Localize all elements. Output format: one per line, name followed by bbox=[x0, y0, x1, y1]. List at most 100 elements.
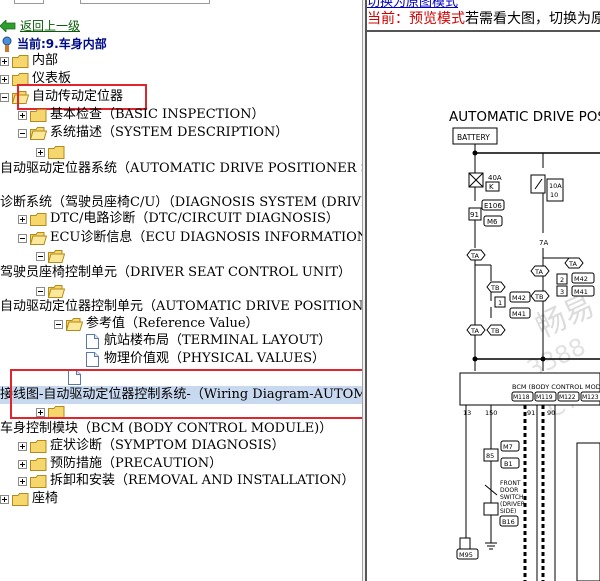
tree-node-label[interactable]: 预防措施（PRECAUTION） bbox=[50, 455, 222, 473]
collapse-minus-icon[interactable] bbox=[18, 233, 27, 243]
svg-text:M41: M41 bbox=[512, 310, 526, 318]
svg-text:TA: TA bbox=[470, 252, 479, 260]
svg-text:7A: 7A bbox=[539, 239, 548, 247]
tree-node-label[interactable]: 航站楼布局（TERMINAL LAYOUT） bbox=[104, 332, 331, 350]
collapse-minus-icon[interactable] bbox=[54, 319, 63, 329]
svg-text:40A: 40A bbox=[488, 174, 502, 182]
tree-node-label[interactable]: 拆卸和安装（REMOVAL AND INSTALLATION） bbox=[50, 472, 355, 490]
diagram-title: AUTOMATIC DRIVE POSITIONER SYSTEM bbox=[449, 109, 600, 125]
collapse-minus-icon[interactable] bbox=[0, 92, 9, 102]
status-mode: 预览模式 bbox=[409, 11, 465, 27]
tree-node-label[interactable]: 参考值（Reference Value） bbox=[86, 315, 259, 333]
tree-node-label[interactable]: 驾驶员座椅控制单元（DRIVER SEAT CONTROL UNIT） bbox=[0, 264, 351, 282]
svg-text:BCM (BODY CONTROL MODULE): BCM (BODY CONTROL MODULE) bbox=[512, 383, 600, 391]
tree-node-label[interactable]: 自动驱动定位器系统（AUTOMATIC DRIVE POSITIONER SYS… bbox=[0, 160, 364, 178]
svg-text:(DRIVER: (DRIVER bbox=[500, 501, 525, 508]
tree-node-dtc-diagnosis[interactable]: DTC/电路诊断（DTC/CIRCUIT DIAGNOSIS） bbox=[18, 210, 339, 228]
svg-text:B16: B16 bbox=[502, 518, 515, 526]
tree-node-label[interactable]: 系统描述（SYSTEM DESCRIPTION） bbox=[50, 124, 288, 142]
tree-node-adp-system[interactable]: 自动驱动定位器系统（AUTOMATIC DRIVE POSITIONER SYS… bbox=[0, 160, 364, 178]
tree-node-adp-control-unit[interactable]: 自动驱动定位器控制单元（AUTOMATIC DRIVE POSITIONER C… bbox=[0, 298, 364, 316]
preview-status: 当前：预览模式若需看大图，切换为原图模式 bbox=[367, 8, 600, 28]
folder-icon bbox=[30, 212, 47, 226]
svg-text:M41: M41 bbox=[574, 288, 588, 296]
expand-plus-icon[interactable] bbox=[36, 147, 45, 157]
svg-text:M7: M7 bbox=[503, 443, 513, 451]
expand-plus-icon[interactable] bbox=[0, 494, 9, 504]
svg-text:FRONT: FRONT bbox=[500, 480, 521, 487]
tree-node-bcm[interactable]: 车身控制模块（BCM (BODY CONTROL MODULE)） bbox=[0, 420, 332, 438]
svg-text:91: 91 bbox=[527, 409, 535, 417]
svg-text:90: 90 bbox=[547, 409, 555, 417]
svg-text:B1: B1 bbox=[504, 460, 513, 468]
tree-node-precaution[interactable]: 预防措施（PRECAUTION） bbox=[18, 455, 222, 473]
tree-node-ecu-info[interactable]: ECU诊断信息（ECU DIAGNOSIS INFORMATION） bbox=[18, 229, 364, 247]
preview-divider bbox=[367, 30, 600, 32]
highlight-box-wiring-diagram bbox=[10, 369, 364, 419]
tree-node-system-description[interactable]: 系统描述（SYSTEM DESCRIPTION） bbox=[18, 124, 288, 142]
preview-pane: 切换为原图模式 当前：预览模式若需看大图，切换为原图模式 畅易 3388 CY2… bbox=[367, 0, 600, 581]
tree-node-label[interactable]: 症状诊断（SYMPTOM DIAGNOSIS） bbox=[50, 437, 285, 455]
toolbar-fragment-left bbox=[14, 0, 44, 4]
svg-text:91: 91 bbox=[470, 211, 479, 219]
back-link-row[interactable]: 返回上一级 bbox=[0, 17, 80, 35]
wiring-diagram-image[interactable]: 畅易 3388 CY20 AUTOMATIC DRIVE POSITIONER … bbox=[367, 33, 600, 581]
svg-text:85: 85 bbox=[486, 452, 494, 460]
tree-node-terminal-layout[interactable]: 航站楼布局（TERMINAL LAYOUT） bbox=[86, 332, 331, 350]
collapse-minus-icon[interactable] bbox=[18, 128, 27, 138]
tree-node-label[interactable]: 基本检查（BASIC INSPECTION） bbox=[50, 106, 265, 124]
tree-node-label[interactable]: 物理价值观（PHYSICAL VALUES） bbox=[104, 350, 325, 368]
tree-node-interior[interactable]: 内部 bbox=[0, 52, 58, 70]
back-link[interactable]: 返回上一级 bbox=[20, 17, 80, 35]
expand-plus-icon[interactable] bbox=[18, 459, 27, 469]
tree-node-label[interactable]: ECU诊断信息（ECU DIAGNOSIS INFORMATION） bbox=[50, 229, 364, 247]
svg-text:E106: E106 bbox=[484, 202, 502, 210]
svg-text:2: 2 bbox=[560, 276, 564, 284]
tree-node-reference-value[interactable]: 参考值（Reference Value） bbox=[54, 315, 259, 333]
expand-plus-icon[interactable] bbox=[0, 56, 9, 66]
svg-text:M95: M95 bbox=[459, 551, 473, 559]
svg-text:SIDE): SIDE) bbox=[500, 508, 516, 515]
tree-node-symptom-diagnosis[interactable]: 症状诊断（SYMPTOM DIAGNOSIS） bbox=[18, 437, 285, 455]
svg-text:M123: M123 bbox=[582, 394, 599, 401]
tree-node-seat[interactable]: 座椅 bbox=[0, 490, 58, 508]
expand-plus-icon[interactable] bbox=[0, 74, 9, 84]
expand-plus-icon[interactable] bbox=[18, 441, 27, 451]
navigation-tree: 返回上一级 当前:9.车身内部 内部 仪表板 自动传动定位器 基本检查（BASI… bbox=[0, 0, 364, 581]
tree-node-label[interactable]: 座椅 bbox=[32, 490, 58, 508]
expand-plus-icon[interactable] bbox=[18, 214, 27, 224]
svg-text:TB: TB bbox=[490, 284, 499, 292]
tree-node-driver-seat-cu[interactable]: 驾驶员座椅控制单元（DRIVER SEAT CONTROL UNIT） bbox=[0, 264, 351, 282]
tree-node-unnamed-2[interactable] bbox=[36, 247, 68, 265]
tree-node-removal-installation[interactable]: 拆卸和安装（REMOVAL AND INSTALLATION） bbox=[18, 472, 355, 490]
tree-node-label[interactable]: 内部 bbox=[32, 52, 58, 70]
expand-plus-icon[interactable] bbox=[18, 476, 27, 486]
folder-open-icon bbox=[30, 231, 47, 245]
current-location-label: 当前:9.车身内部 bbox=[17, 37, 107, 51]
svg-text:M118: M118 bbox=[513, 394, 530, 401]
svg-text:M42: M42 bbox=[574, 275, 588, 283]
svg-text:TB: TB bbox=[490, 327, 499, 335]
svg-text:M122: M122 bbox=[559, 394, 576, 401]
folder-open-icon bbox=[30, 126, 47, 140]
tree-node-unnamed-1[interactable] bbox=[36, 143, 68, 161]
tree-node-label[interactable]: 车身控制模块（BCM (BODY CONTROL MODULE)） bbox=[0, 420, 332, 438]
folder-icon bbox=[30, 457, 47, 471]
tree-node-basic-inspection[interactable]: 基本检查（BASIC INSPECTION） bbox=[18, 106, 265, 124]
folder-icon bbox=[30, 439, 47, 453]
svg-text:1: 1 bbox=[498, 299, 502, 307]
tree-node-label[interactable]: 自动驱动定位器控制单元（AUTOMATIC DRIVE POSITIONER C… bbox=[0, 298, 364, 316]
document-icon bbox=[86, 333, 99, 349]
expand-plus-icon[interactable] bbox=[18, 110, 27, 120]
collapse-minus-icon[interactable] bbox=[36, 251, 45, 261]
svg-text:3: 3 bbox=[560, 288, 564, 296]
folder-icon bbox=[12, 492, 29, 506]
svg-text:TA: TA bbox=[568, 260, 577, 268]
toolbar-fragment-right bbox=[80, 0, 210, 4]
tree-node-physical-values[interactable]: 物理价值观（PHYSICAL VALUES） bbox=[86, 350, 325, 368]
svg-text:13: 13 bbox=[463, 409, 471, 417]
tree-node-label[interactable]: DTC/电路诊断（DTC/CIRCUIT DIAGNOSIS） bbox=[50, 210, 339, 228]
svg-text:TB: TB bbox=[534, 293, 543, 301]
svg-text:10: 10 bbox=[550, 191, 558, 199]
collapse-minus-icon[interactable] bbox=[36, 286, 45, 296]
